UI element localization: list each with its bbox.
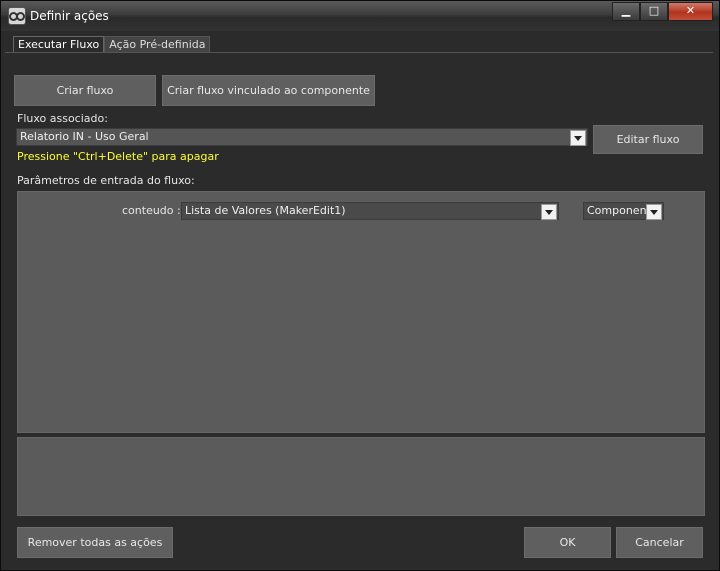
window-title: Definir ações (30, 9, 109, 23)
parametros-panel: conteudo : Lista de Valores (MakerEdit1)… (17, 191, 705, 433)
close-button[interactable]: ✕ (668, 2, 713, 21)
cancelar-button[interactable]: Cancelar (616, 527, 703, 558)
maximize-button[interactable]: □ (640, 2, 668, 21)
param-type: Componente (587, 204, 647, 217)
chevron-down-icon[interactable] (541, 204, 557, 220)
criar-fluxo-vinculado-button[interactable]: Criar fluxo vinculado ao componente (162, 75, 375, 106)
title-bar[interactable]: Definir ações ▁ □ ✕ (1, 1, 719, 31)
definir-acoes-dialog: Definir ações ▁ □ ✕ Executar Fluxo Ação … (0, 0, 720, 571)
param-type-select[interactable]: Componente (583, 202, 664, 220)
minimize-icon: ▁ (621, 4, 631, 17)
editar-fluxo-button[interactable]: Editar fluxo (593, 125, 703, 154)
chevron-down-icon[interactable] (570, 130, 586, 146)
delete-hint: Pressione "Ctrl+Delete" para apagar (17, 150, 219, 163)
fluxo-associado-select[interactable]: Relatorio IN - Uso Geral (16, 128, 588, 146)
glasses-icon (8, 7, 26, 25)
close-icon: ✕ (685, 4, 696, 17)
fluxo-associado-label: Fluxo associado: (17, 112, 108, 125)
ok-button[interactable]: OK (524, 527, 611, 558)
window-controls: ▁ □ ✕ (612, 2, 713, 21)
chevron-down-icon[interactable] (646, 204, 662, 220)
tab-bar: Executar Fluxo Ação Pré-definida (13, 36, 211, 52)
criar-fluxo-button[interactable]: Criar fluxo (14, 75, 156, 106)
param-value-select[interactable]: Lista de Valores (MakerEdit1) (181, 202, 559, 220)
description-area (17, 437, 705, 516)
maximize-icon: □ (648, 4, 660, 17)
param-name: conteudo : (122, 204, 181, 217)
tab-acao-pre-definida[interactable]: Ação Pré-definida (104, 36, 211, 52)
parametros-label: Parâmetros de entrada do fluxo: (17, 174, 195, 187)
param-value: Lista de Valores (MakerEdit1) (185, 204, 346, 217)
minimize-button[interactable]: ▁ (612, 2, 640, 21)
tab-executar-fluxo[interactable]: Executar Fluxo (13, 36, 105, 52)
remover-todas-button[interactable]: Remover todas as ações (17, 527, 173, 558)
fluxo-associado-value: Relatorio IN - Uso Geral (20, 130, 149, 143)
